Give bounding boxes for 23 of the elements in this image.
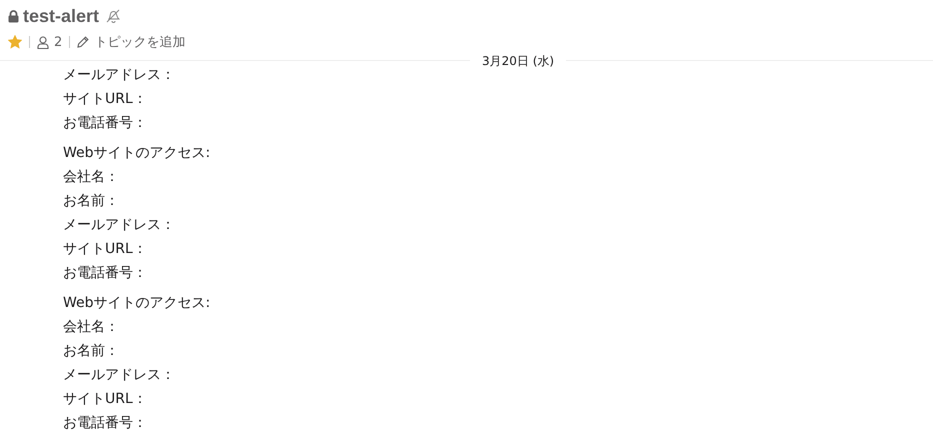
message-line: Webサイトのアクセス: [63,294,210,313]
message-line: サイトURL： [63,240,147,259]
message-line: お電話番号： [63,114,147,133]
star-icon[interactable] [8,35,22,49]
message-line: メールアドレス： [63,366,175,385]
message-line: メールアドレス： [63,216,175,235]
muted-bell-icon[interactable] [105,8,122,24]
add-topic-link[interactable]: トピックを追加 [77,33,186,51]
message-line: お電話番号： [63,264,147,283]
message-line: 会社名： [63,168,119,187]
person-icon [37,36,49,48]
message-line: お名前： [63,192,119,211]
message-line: お電話番号： [63,414,147,433]
pencil-icon [77,36,90,48]
message-line: メールアドレス： [63,66,175,85]
message-line: 会社名： [63,318,119,337]
message-line: サイトURL： [63,390,147,409]
message-line: Webサイトのアクセス: [63,144,210,163]
member-count[interactable]: 2 [37,34,62,50]
channel-name[interactable]: test-alert [23,6,100,26]
date-divider-label: 3月20日 (水) [482,52,554,70]
message-line: お名前： [63,342,119,361]
message-line: サイトURL： [63,90,147,109]
